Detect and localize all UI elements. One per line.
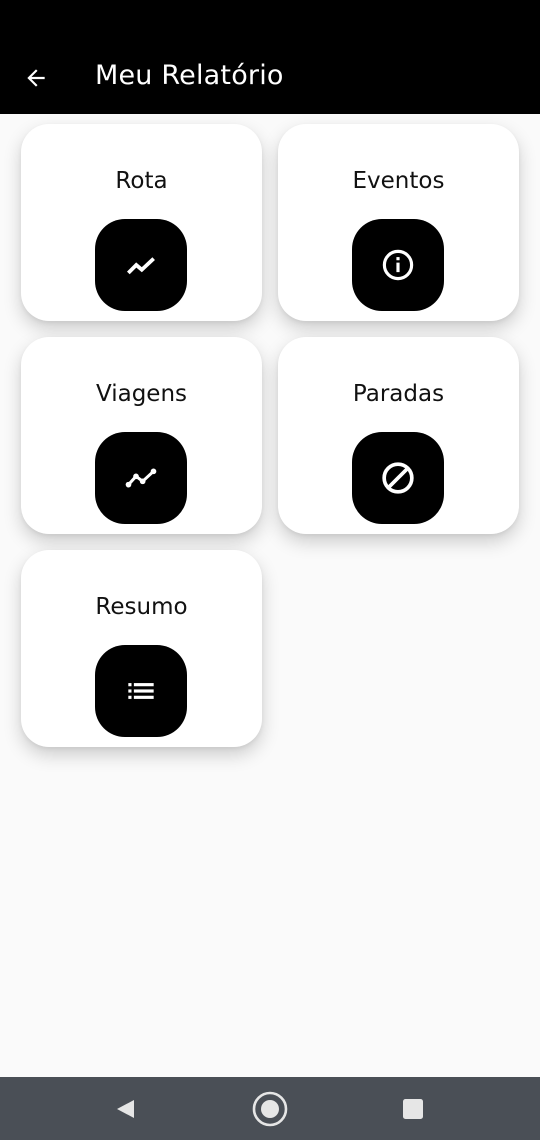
nav-back-button[interactable] xyxy=(105,1089,145,1129)
arrow-back-icon xyxy=(27,69,45,87)
eventos-button[interactable] xyxy=(352,219,444,311)
nav-home-button[interactable] xyxy=(250,1089,290,1129)
card-eventos[interactable]: Eventos xyxy=(278,124,519,321)
card-resumo[interactable]: Resumo xyxy=(21,550,262,747)
card-paradas[interactable]: Paradas xyxy=(278,337,519,534)
block-icon xyxy=(382,462,414,494)
nav-back-icon xyxy=(117,1100,134,1118)
card-rota[interactable]: Rota xyxy=(21,124,262,321)
list-icon xyxy=(128,683,154,699)
multiline-chart-icon xyxy=(125,468,157,488)
nav-recents-icon xyxy=(403,1099,423,1119)
trending-up-icon xyxy=(126,257,155,275)
app-bar: Meu Relatório xyxy=(0,0,540,114)
card-label: Paradas xyxy=(352,381,445,407)
back-button[interactable] xyxy=(16,58,56,98)
page-title: Meu Relatório xyxy=(95,60,284,91)
rota-button[interactable] xyxy=(95,219,187,311)
report-grid: Rota Eventos Viagens Paradas Resumo xyxy=(21,124,519,747)
card-viagens[interactable]: Viagens xyxy=(21,337,262,534)
resumo-button[interactable] xyxy=(95,645,187,737)
card-label: Viagens xyxy=(95,381,188,407)
system-nav-bar xyxy=(0,1077,540,1140)
nav-recents-button[interactable] xyxy=(393,1089,433,1129)
info-icon xyxy=(382,249,414,281)
viagens-button[interactable] xyxy=(95,432,187,524)
card-label: Eventos xyxy=(352,168,445,194)
card-label: Resumo xyxy=(95,594,188,620)
paradas-button[interactable] xyxy=(352,432,444,524)
nav-home-icon xyxy=(252,1091,288,1127)
card-label: Rota xyxy=(115,168,168,194)
